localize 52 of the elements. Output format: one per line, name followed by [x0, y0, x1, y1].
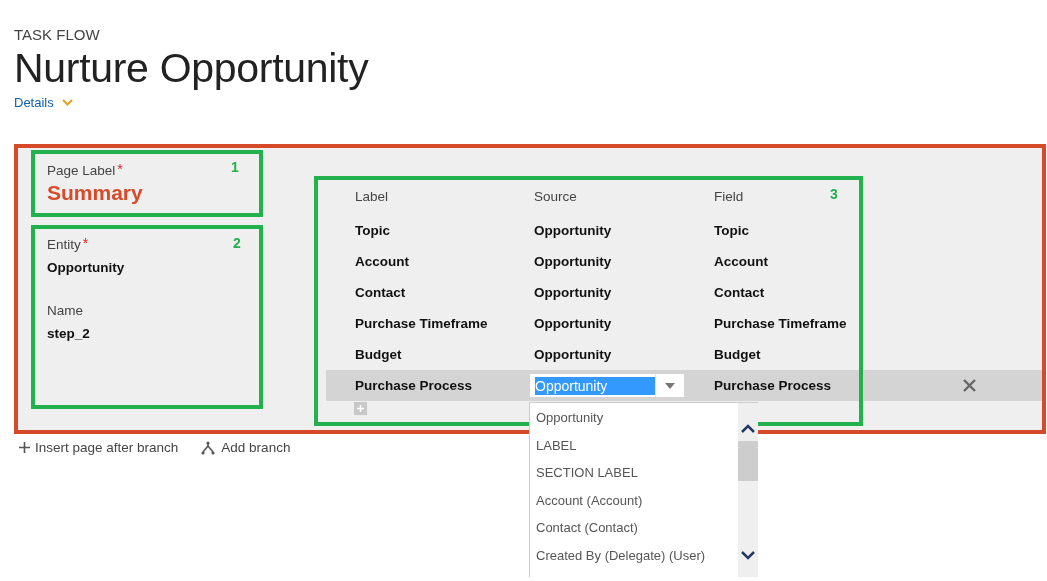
branch-icon: [200, 440, 217, 455]
field-value: Opportunity: [47, 260, 126, 275]
dropdown-option[interactable]: LABEL: [530, 436, 738, 465]
column-header: Label: [355, 188, 389, 204]
table-cell: Purchase Timeframe: [355, 316, 488, 331]
page-title: Nurture Opportunity: [14, 44, 370, 92]
table-cell: Purchase Timeframe: [714, 316, 847, 331]
add-row-icon[interactable]: [354, 402, 367, 415]
scrollbar-thumb[interactable]: [738, 441, 758, 481]
table-cell: Opportunity: [534, 223, 612, 238]
table-cell: Opportunity: [534, 285, 612, 300]
scrollbar[interactable]: [738, 403, 758, 577]
table-cell: Account: [714, 254, 768, 269]
table-cell: Opportunity: [534, 347, 612, 362]
caret-down-icon: [665, 382, 675, 389]
selected-row[interactable]: Purchase Process Opportunity Purchase Process: [326, 370, 1042, 401]
table-cell: Opportunity: [534, 254, 612, 269]
page-eyebrow: TASK FLOW: [14, 26, 101, 44]
required-asterisk: *: [117, 161, 123, 177]
dropdown-option[interactable]: SECTION LABEL: [530, 464, 738, 492]
table-cell: Opportunity: [534, 316, 612, 331]
table-cell: Account: [355, 254, 409, 269]
dropdown-option[interactable]: Created By (Delegate) (User): [530, 546, 738, 575]
dropdown-option[interactable]: Opportunity: [530, 409, 738, 437]
field-label: Entity: [47, 237, 81, 252]
table-cell: Contact: [355, 285, 406, 300]
column-header: Field: [714, 188, 744, 204]
table-cell: Purchase Process: [355, 378, 473, 393]
column-header: Source: [534, 188, 577, 204]
dropdown-option[interactable]: Account (Account): [530, 491, 738, 520]
table-cell: Topic: [714, 223, 749, 238]
table-cell: Budget: [355, 347, 402, 362]
plus-icon: [19, 442, 30, 453]
details-link[interactable]: Details: [14, 95, 54, 110]
chevron-down-icon[interactable]: [740, 551, 756, 561]
table-cell: Purchase Process: [714, 378, 832, 393]
required-asterisk: *: [82, 235, 89, 251]
annotation-number: 2: [233, 235, 241, 251]
annotation-number: 3: [830, 186, 838, 202]
page-label-value: Summary: [47, 181, 144, 205]
annotation-number: 1: [231, 159, 239, 175]
insert-page-link[interactable]: Insert page after branch: [19, 440, 179, 455]
chevron-up-icon[interactable]: [740, 423, 756, 433]
field-value: step_2: [47, 326, 91, 341]
table-cell: Contact: [714, 285, 765, 300]
table-cell: Budget: [714, 347, 761, 362]
close-icon[interactable]: [963, 379, 976, 392]
dropdown-option[interactable]: Contact (Contact): [530, 519, 738, 547]
add-branch-link[interactable]: Add branch: [200, 440, 291, 455]
field-label: Page Label: [47, 163, 116, 178]
table-cell: Topic: [355, 223, 390, 238]
field-label: Name: [47, 303, 83, 318]
